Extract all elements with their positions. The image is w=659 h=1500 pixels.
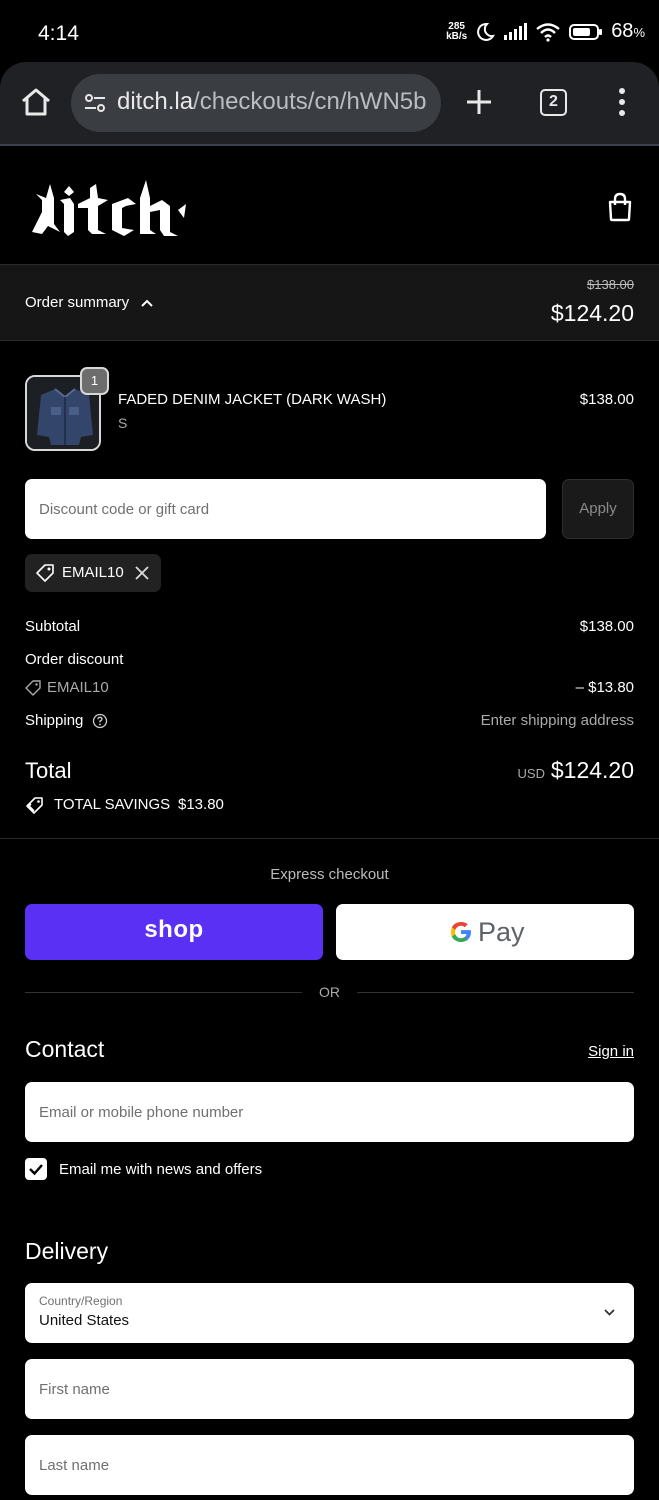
total-savings-value: $13.80 xyxy=(178,796,224,813)
order-summary-toggle[interactable]: Order summary $138.00 $124.20 xyxy=(0,264,659,341)
first-name-field[interactable] xyxy=(25,1359,634,1419)
order-discount-label: Order discount xyxy=(25,651,124,668)
wifi-icon xyxy=(536,22,560,42)
url-text[interactable]: ditch.la/checkouts/cn/hWN5b xyxy=(117,88,426,116)
site-settings-icon[interactable] xyxy=(83,91,107,115)
apply-discount-button[interactable]: Apply xyxy=(562,479,634,539)
shop-pay-logo[interactable]: shop xyxy=(25,916,323,944)
home-icon[interactable] xyxy=(20,86,52,118)
ditch-logo[interactable] xyxy=(28,174,188,238)
quantity-badge: 1 xyxy=(80,367,109,395)
newsletter-label[interactable]: Email me with news and offers xyxy=(59,1161,262,1178)
country-value[interactable]: United States xyxy=(39,1312,129,1329)
new-tab-icon[interactable] xyxy=(464,87,494,117)
shop-pay-button[interactable]: shop xyxy=(25,904,323,960)
battery-icon xyxy=(569,23,603,40)
or-separator: OR xyxy=(319,984,340,1000)
shipping-label: Shipping xyxy=(25,712,84,729)
original-price: $138.00 xyxy=(587,277,634,292)
sign-in-link[interactable]: Sign in xyxy=(588,1043,634,1060)
total-savings-label: TOTAL SAVINGS xyxy=(54,796,171,813)
shopping-bag-icon[interactable] xyxy=(606,192,634,222)
subtotal-label: Subtotal xyxy=(25,618,81,635)
subtotal-value: $138.00 xyxy=(579,618,634,635)
more-menu-icon[interactable] xyxy=(614,86,630,118)
product-price: $138.00 xyxy=(579,391,634,408)
last-name-field[interactable] xyxy=(25,1435,634,1495)
express-checkout-label: Express checkout xyxy=(270,866,389,883)
network-speed: 285 kB/s xyxy=(446,20,468,42)
total-label: Total xyxy=(25,758,72,783)
moon-icon xyxy=(477,22,496,41)
summary-price: $124.20 xyxy=(550,300,634,326)
shipping-value: Enter shipping address xyxy=(480,712,634,729)
address-bar[interactable]: ditch.la/checkouts/cn/hWN5b xyxy=(71,74,441,132)
remove-discount-icon[interactable] xyxy=(135,566,149,580)
section-divider xyxy=(0,838,659,839)
tab-switcher-button[interactable]: 2 xyxy=(540,89,567,116)
status-time: 4:14 xyxy=(38,22,79,45)
chevron-up-icon[interactable] xyxy=(140,297,154,309)
newsletter-checkbox[interactable] xyxy=(25,1158,47,1180)
browser-toolbar: ditch.la/checkouts/cn/hWN5b 2 xyxy=(0,62,659,146)
chevron-down-icon[interactable] xyxy=(603,1307,616,1317)
email-field[interactable] xyxy=(25,1082,634,1142)
google-pay-label[interactable]: Pay xyxy=(478,917,525,948)
tag-icon xyxy=(36,564,54,582)
google-g-icon xyxy=(451,922,471,942)
checkmark-icon xyxy=(29,1164,43,1176)
tag-icon xyxy=(25,680,41,696)
discount-code-input[interactable] xyxy=(25,479,546,539)
site-header xyxy=(0,148,659,264)
applied-code-label: EMAIL10 xyxy=(62,564,124,581)
country-caption: Country/Region xyxy=(39,1294,123,1308)
status-icons: 285 kB/s 68% xyxy=(446,20,645,43)
help-icon[interactable] xyxy=(92,713,108,729)
order-summary-label[interactable]: Order summary xyxy=(25,294,129,311)
battery-percent: 68% xyxy=(611,20,645,42)
total-value: $124.20 xyxy=(550,757,634,783)
savings-tag-icon xyxy=(26,797,43,814)
signal-icon xyxy=(504,22,528,40)
total-currency: USD xyxy=(517,766,545,781)
country-select[interactable]: Country/Region United States xyxy=(25,1283,634,1343)
discount-code-text: EMAIL10 xyxy=(47,679,109,696)
product-variant: S xyxy=(118,415,128,431)
delivery-title: Delivery xyxy=(25,1238,109,1264)
product-name: FADED DENIM JACKET (DARK WASH) xyxy=(118,391,387,408)
status-bar: 4:14 285 kB/s 68% xyxy=(0,0,659,62)
discount-value: – $13.80 xyxy=(575,679,634,696)
contact-title: Contact xyxy=(25,1036,105,1062)
google-pay-button[interactable]: Pay xyxy=(336,904,634,960)
applied-discount-chip: EMAIL10 xyxy=(25,554,161,592)
